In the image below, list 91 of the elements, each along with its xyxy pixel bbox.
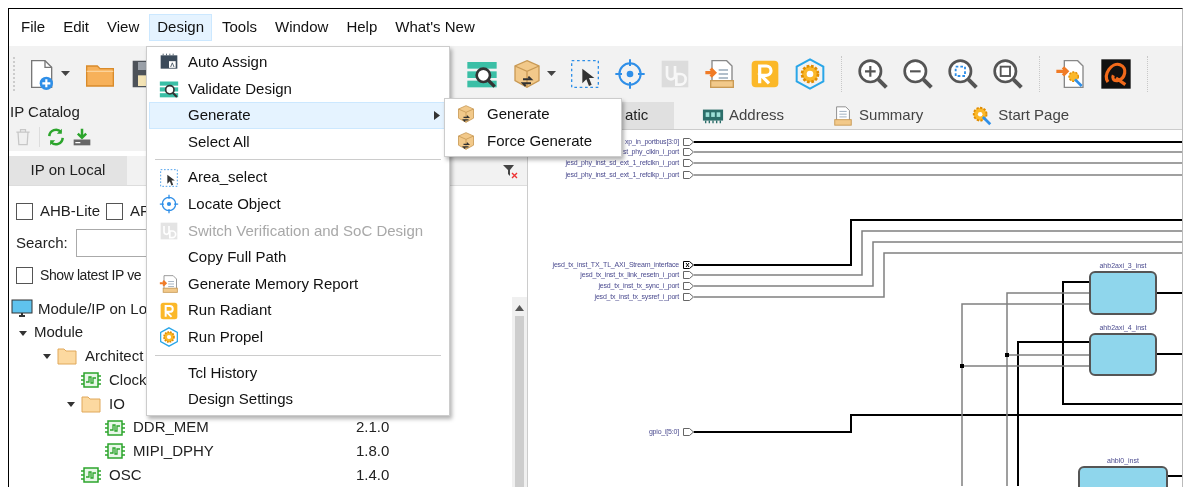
tree-item[interactable]: IO (109, 392, 125, 416)
crosshair-icon (614, 57, 646, 90)
ip-chip-icon (81, 466, 101, 485)
report-icon (159, 274, 179, 295)
box-icon (456, 130, 476, 151)
menu-item[interactable]: Help (338, 14, 386, 41)
checkbox[interactable] (106, 202, 124, 220)
editor-tab[interactable]: Address (698, 102, 789, 129)
report-icon (704, 57, 736, 90)
trash-icon (13, 127, 33, 147)
version-text: 2.1.0 (356, 417, 390, 438)
ip-block[interactable] (1089, 333, 1157, 376)
menu-entry[interactable]: Generate Memory Report (149, 270, 447, 298)
editor-tab[interactable]: Start Page (967, 102, 1074, 129)
checkbox[interactable] (16, 266, 33, 284)
editor-tab[interactable]: atic (621, 102, 674, 129)
version-text: 1.4.0 (356, 464, 390, 485)
zoom-fit-icon (947, 57, 979, 90)
gear-icon (159, 327, 179, 348)
zoom-out-icon (902, 57, 934, 90)
menu-item[interactable]: File (13, 14, 54, 41)
menu-entry[interactable]: Run Propel (149, 323, 447, 351)
tree-item[interactable]: OSC (109, 463, 142, 487)
menu-entry[interactable]: Design Settings (149, 386, 447, 413)
menu-entry[interactable]: Run Radiant (149, 297, 447, 324)
menu-entry[interactable]: Select All (149, 128, 447, 156)
box-icon (511, 57, 543, 90)
toolbar-separator (841, 55, 842, 92)
tree-item[interactable]: DDR_MEM (133, 416, 209, 439)
checkbox-label: Show latest IP ve (40, 265, 142, 285)
scrollbar[interactable] (512, 297, 527, 487)
document-gear-icon (1055, 57, 1087, 90)
search-label: Search: (16, 232, 68, 253)
gear-icon (794, 57, 826, 90)
zoom-in-icon (857, 57, 889, 90)
toolbar-separator (1147, 55, 1148, 92)
port-icon[interactable] (683, 261, 694, 269)
monitor-icon (11, 298, 33, 319)
menu-entry[interactable]: Generate (149, 102, 447, 129)
caret-icon (547, 71, 556, 76)
checkbox-label: AHB-Lite (40, 200, 101, 221)
menu-item[interactable]: Window (267, 14, 337, 41)
folder-icon (57, 347, 77, 366)
menu-item[interactable]: View (99, 14, 148, 41)
area-select-icon (159, 167, 179, 188)
panel-tool-button[interactable] (39, 127, 66, 147)
folder-icon (81, 394, 101, 413)
menu-item[interactable]: Tools (214, 14, 265, 41)
menu-item[interactable]: Edit (55, 14, 98, 41)
scrollbar-thumb[interactable] (515, 316, 524, 487)
menu-entry[interactable]: Area_select (149, 164, 447, 191)
panel-tool-button[interactable] (72, 127, 92, 147)
column-header[interactable]: Module/IP on Lo (38, 297, 147, 321)
version-text: 1.8.0 (356, 441, 390, 462)
tree-item[interactable]: MIPI_DPHY (133, 440, 214, 463)
clear-filter-icon[interactable] (502, 162, 518, 179)
menu-entry[interactable]: Auto Assign (149, 49, 447, 76)
area-select-icon (569, 57, 601, 90)
ip-block[interactable] (1089, 271, 1157, 315)
checkbox[interactable] (16, 202, 33, 220)
ip-chip-icon (81, 371, 101, 390)
box-icon (456, 104, 476, 125)
ip-chip-icon (105, 442, 125, 461)
tree-item[interactable]: Clock (109, 368, 147, 392)
menu-item[interactable]: Design (149, 14, 212, 41)
scroll-up-arrow-icon[interactable] (515, 305, 524, 311)
download-icon (72, 127, 92, 147)
switch-icon (159, 220, 179, 241)
editor-tab[interactable]: Summary (828, 102, 928, 129)
tree-item[interactable]: Module (34, 321, 84, 344)
menu-entry[interactable]: Force Generate (445, 127, 621, 155)
menu-item[interactable]: What's New (387, 14, 483, 41)
document-icon (832, 104, 855, 127)
menu-entry[interactable]: Locate Object (149, 190, 447, 218)
menu-entry[interactable]: Generate (445, 101, 621, 128)
submenu-arrow-icon (434, 111, 440, 120)
gear-wrench-icon (971, 104, 994, 127)
radiant-logo-icon (159, 300, 179, 321)
tree-item[interactable]: Architect (85, 345, 144, 368)
menu-entry[interactable]: Validate Design (149, 75, 447, 103)
panel-tab[interactable]: IP on Local (9, 156, 127, 185)
panel-title: IP Catalog (9, 102, 80, 122)
zoom-area-icon (992, 57, 1024, 90)
menu-entry[interactable]: Tcl History (149, 359, 447, 387)
ip-chip-icon (105, 418, 125, 437)
caret-icon (61, 71, 70, 76)
toolbar-separator (1039, 55, 1040, 92)
crosshair-icon (159, 194, 179, 215)
app-logo-icon (1100, 57, 1132, 90)
menu-entry[interactable]: Copy Full Path (149, 244, 447, 271)
refresh-icon (46, 127, 66, 147)
